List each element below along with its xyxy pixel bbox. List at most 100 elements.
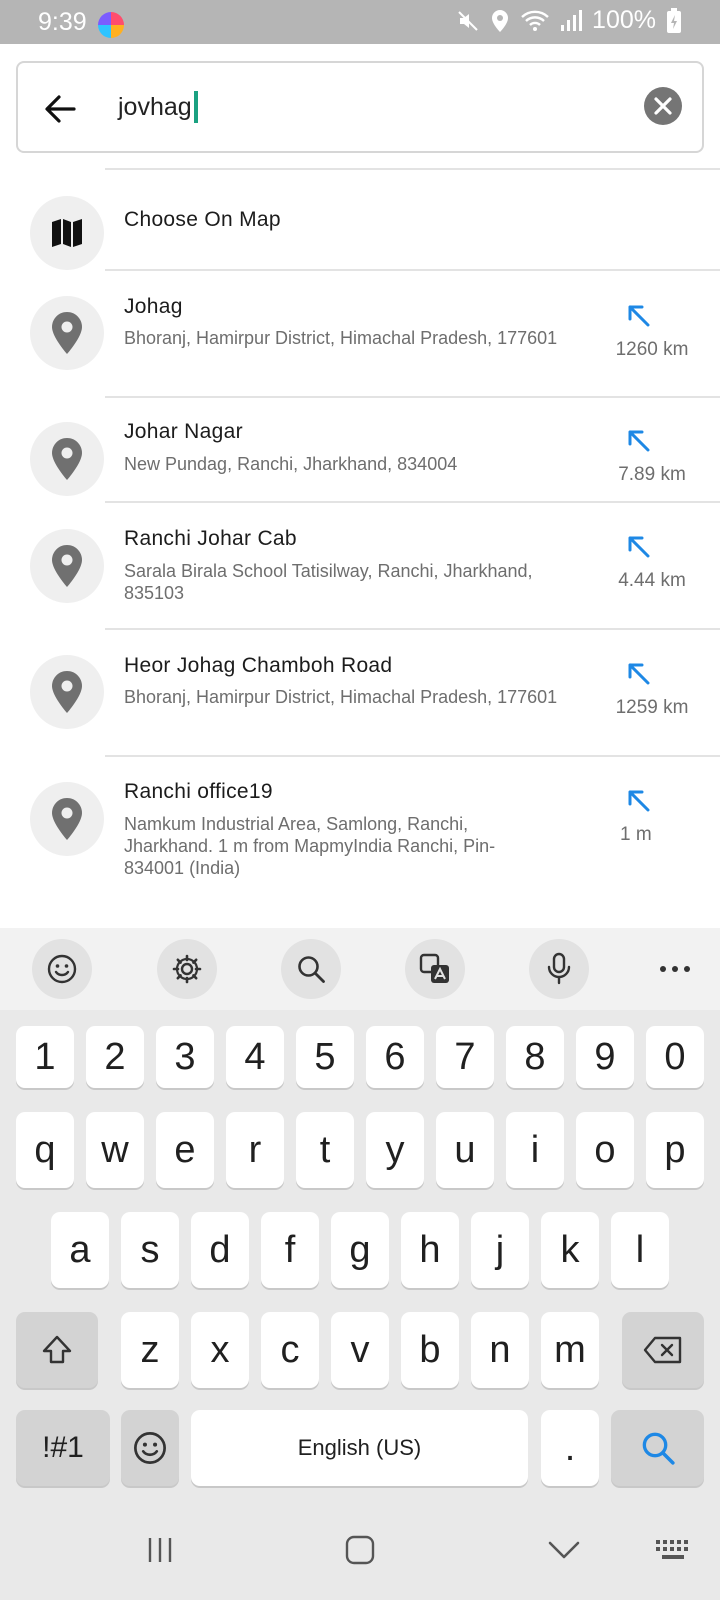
result-address: Namkum Industrial Area, Samlong, Ranchi,… <box>124 814 496 878</box>
wifi-icon <box>520 9 550 33</box>
arrow-up-left-icon <box>628 536 650 558</box>
keyboard-switch-button[interactable] <box>652 1530 696 1570</box>
key-t[interactable]: t <box>296 1112 354 1188</box>
status-bar: 9:39 100% <box>0 0 720 44</box>
keyboard: 1 2 3 4 5 6 7 8 9 0 q w e r t y u i o p … <box>0 1010 720 1500</box>
search-query: jovhag <box>118 92 192 121</box>
key-8[interactable]: 8 <box>506 1026 564 1088</box>
key-z[interactable]: z <box>121 1312 179 1388</box>
key-k[interactable]: k <box>541 1212 599 1288</box>
key-v[interactable]: v <box>331 1312 389 1388</box>
result-address: Sarala Birala School Tatisilway, Ranchi,… <box>124 561 533 603</box>
back-button[interactable] <box>36 85 84 133</box>
search-button[interactable] <box>281 939 341 999</box>
key-e[interactable]: e <box>156 1112 214 1188</box>
arrow-up-left-icon <box>628 430 650 452</box>
arrow-up-left-icon <box>628 790 650 812</box>
result-distance: 4.44 km <box>618 570 686 591</box>
key-n[interactable]: n <box>471 1312 529 1388</box>
location-pin-icon <box>30 655 104 729</box>
smiley-icon <box>47 954 77 984</box>
key-m[interactable]: m <box>541 1312 599 1388</box>
key-p[interactable]: p <box>646 1112 704 1188</box>
key-f[interactable]: f <box>261 1212 319 1288</box>
search-action-key[interactable] <box>611 1410 704 1486</box>
key-3[interactable]: 3 <box>156 1026 214 1088</box>
key-7[interactable]: 7 <box>436 1026 494 1088</box>
result-row[interactable]: Johag Bhoranj, Hamirpur District, Himach… <box>0 271 720 397</box>
clear-button[interactable] <box>644 87 682 125</box>
result-title: Johar Nagar <box>124 420 243 443</box>
navigation-bar <box>0 1500 720 1600</box>
keyboard-toolbar <box>0 928 720 1010</box>
smiley-icon <box>134 1432 166 1464</box>
result-distance: 7.89 km <box>618 464 686 485</box>
arrow-up-left-icon <box>628 663 650 685</box>
result-distance: 1259 km <box>615 697 689 718</box>
mute-icon <box>456 9 480 33</box>
battery-percent: 100% <box>592 6 656 34</box>
more-horizontal-icon <box>660 966 690 972</box>
search-icon <box>642 1432 675 1465</box>
key-h[interactable]: h <box>401 1212 459 1288</box>
search-box[interactable]: jovhag <box>16 61 704 153</box>
key-o[interactable]: o <box>576 1112 634 1188</box>
key-j[interactable]: j <box>471 1212 529 1288</box>
key-b[interactable]: b <box>401 1312 459 1388</box>
key-a[interactable]: a <box>51 1212 109 1288</box>
result-row[interactable]: Ranchi office19 Namkum Industrial Area, … <box>0 757 720 897</box>
translate-button[interactable] <box>405 939 465 999</box>
key-y[interactable]: y <box>366 1112 424 1188</box>
result-distance: 1260 km <box>615 339 689 360</box>
key-2[interactable]: 2 <box>86 1026 144 1088</box>
location-icon <box>490 9 510 33</box>
key-r[interactable]: r <box>226 1112 284 1188</box>
emoji-button[interactable] <box>32 939 92 999</box>
key-i[interactable]: i <box>506 1112 564 1188</box>
key-5[interactable]: 5 <box>296 1026 354 1088</box>
hide-keyboard-button[interactable] <box>544 1530 584 1570</box>
key-u[interactable]: u <box>436 1112 494 1188</box>
app-notification-icon <box>98 12 124 38</box>
search-icon <box>298 956 325 983</box>
key-c[interactable]: c <box>261 1312 319 1388</box>
key-1[interactable]: 1 <box>16 1026 74 1088</box>
result-title: Heor Johag Chamboh Road <box>124 654 393 677</box>
chevron-down-icon <box>548 1541 580 1559</box>
emoji-key[interactable] <box>121 1410 179 1486</box>
result-row[interactable]: Heor Johag Chamboh Road Bhoranj, Hamirpu… <box>0 630 720 756</box>
result-row[interactable]: Ranchi Johar Cab Sarala Birala School Ta… <box>0 503 720 629</box>
status-icons: 100% <box>456 6 682 35</box>
key-6[interactable]: 6 <box>366 1026 424 1088</box>
key-0[interactable]: 0 <box>646 1026 704 1088</box>
home-button[interactable] <box>340 1530 380 1570</box>
key-9[interactable]: 9 <box>576 1026 634 1088</box>
result-row[interactable]: Johar Nagar New Pundag, Ranchi, Jharkhan… <box>0 398 720 502</box>
backspace-key[interactable] <box>622 1312 704 1388</box>
location-pin-icon <box>30 529 104 603</box>
choose-on-map-row[interactable]: Choose On Map <box>0 170 720 272</box>
result-title: Ranchi Johar Cab <box>124 527 297 550</box>
key-s[interactable]: s <box>121 1212 179 1288</box>
result-title: Ranchi office19 <box>124 780 273 803</box>
search-input[interactable]: jovhag <box>118 91 198 123</box>
recents-icon <box>148 1538 172 1562</box>
key-q[interactable]: q <box>16 1112 74 1188</box>
key-4[interactable]: 4 <box>226 1026 284 1088</box>
key-l[interactable]: l <box>611 1212 669 1288</box>
period-key[interactable]: . <box>541 1410 599 1486</box>
key-x[interactable]: x <box>191 1312 249 1388</box>
keyboard-icon <box>656 1540 688 1559</box>
result-address: Bhoranj, Hamirpur District, Himachal Pra… <box>124 328 558 348</box>
space-key[interactable]: English (US) <box>191 1410 528 1486</box>
shift-key[interactable] <box>16 1312 98 1388</box>
key-g[interactable]: g <box>331 1212 389 1288</box>
key-w[interactable]: w <box>86 1112 144 1188</box>
symbols-key[interactable]: !#1 <box>16 1410 110 1486</box>
clear-x-icon <box>654 97 672 115</box>
settings-button[interactable] <box>157 939 217 999</box>
voice-input-button[interactable] <box>529 939 589 999</box>
recent-apps-button[interactable] <box>140 1530 180 1570</box>
key-d[interactable]: d <box>191 1212 249 1288</box>
more-options-button[interactable] <box>645 939 705 999</box>
